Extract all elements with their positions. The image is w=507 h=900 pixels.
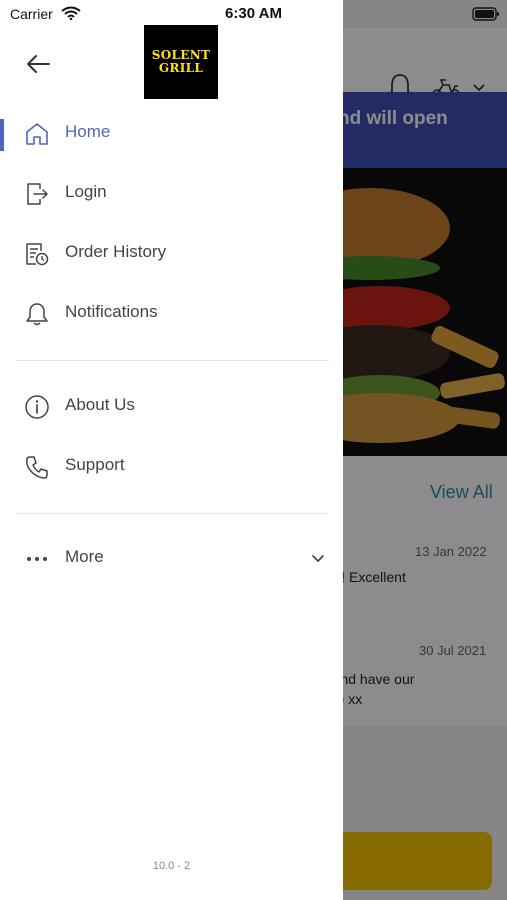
menu-item-label: Home — [65, 122, 111, 141]
menu-item-label: About Us — [65, 395, 135, 414]
side-drawer: SOLENT GRILL Home Login Order History No… — [0, 0, 343, 900]
home-icon — [26, 123, 48, 145]
phone-icon — [25, 456, 48, 479]
order-history-icon — [26, 243, 49, 266]
bell-icon — [26, 303, 48, 326]
menu-item-home[interactable]: Home — [0, 108, 343, 160]
menu-item-order-history[interactable]: Order History — [0, 228, 343, 280]
menu-item-support[interactable]: Support — [0, 441, 343, 493]
menu-item-more[interactable]: More — [0, 533, 343, 585]
menu-item-notifications[interactable]: Notifications — [0, 288, 343, 340]
menu-item-label: Notifications — [65, 302, 158, 321]
status-bar: Carrier 6:30 AM — [0, 0, 507, 28]
login-icon — [27, 183, 48, 205]
menu-item-label: Login — [65, 182, 107, 201]
menu-item-label: Support — [65, 455, 125, 474]
back-button[interactable] — [22, 50, 54, 78]
more-dots-icon — [27, 557, 47, 561]
app-version: 10.0 - 2 — [152, 860, 191, 872]
menu-item-label: More — [65, 547, 104, 566]
status-time: 6:30 AM — [225, 5, 282, 22]
menu-item-about-us[interactable]: About Us — [0, 381, 343, 433]
menu-item-label: Order History — [65, 242, 167, 261]
battery-icon — [472, 7, 499, 21]
chevron-down-icon[interactable] — [310, 553, 326, 565]
divider — [16, 360, 329, 361]
info-icon — [25, 395, 49, 419]
back-arrow-icon — [27, 55, 50, 73]
menu-item-login[interactable]: Login — [0, 168, 343, 220]
logo-text: GRILL — [158, 61, 204, 75]
divider — [16, 513, 329, 514]
restaurant-logo: SOLENT GRILL — [144, 25, 218, 99]
